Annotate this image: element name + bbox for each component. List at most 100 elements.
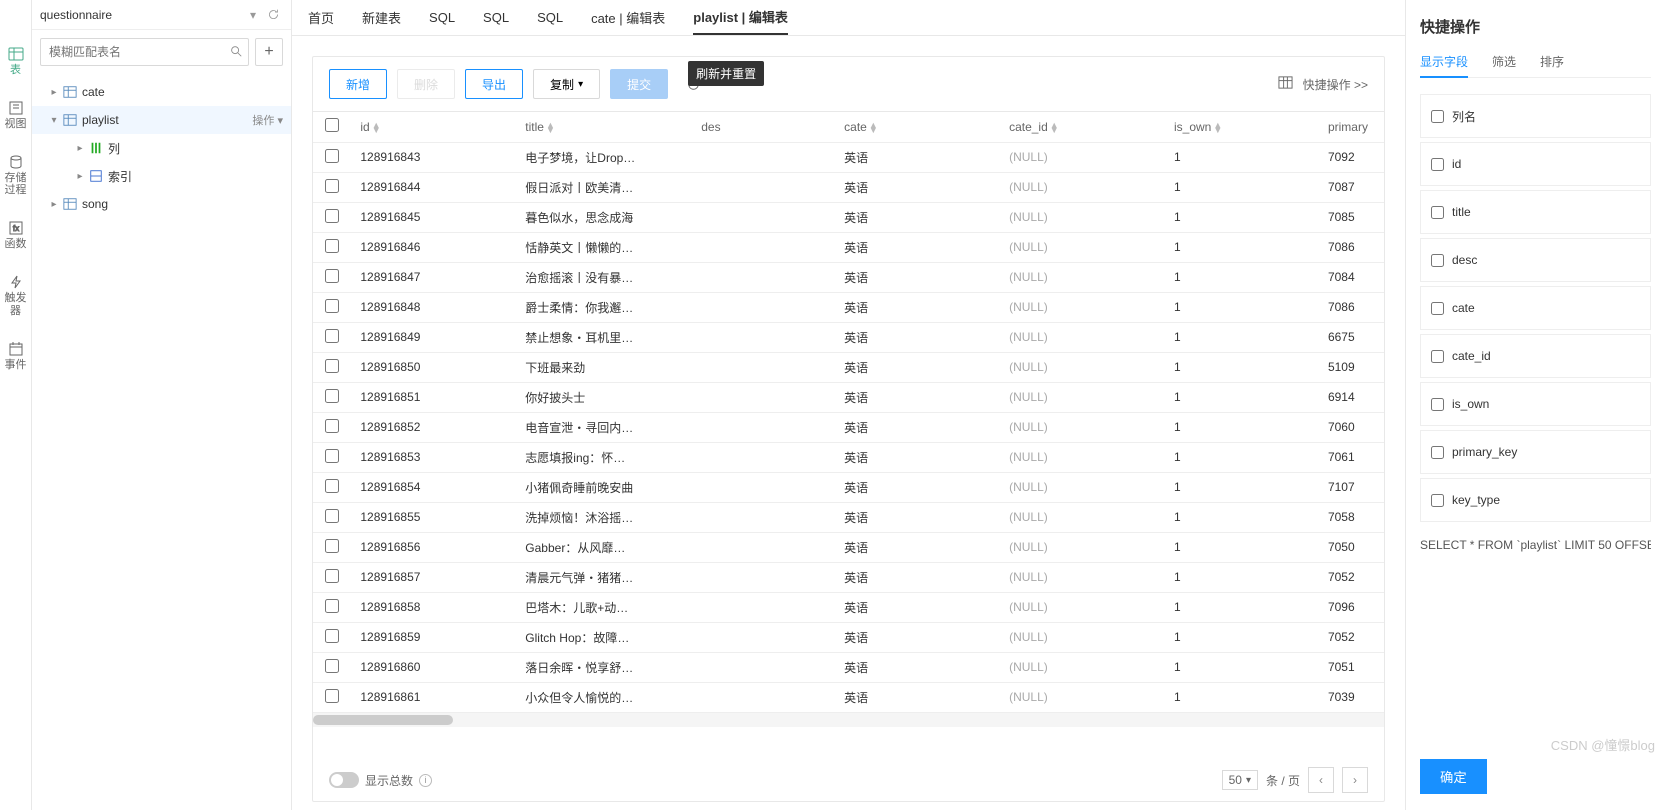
- cell-cateid[interactable]: (NULL): [999, 622, 1164, 652]
- cell-id[interactable]: 128916857: [350, 562, 515, 592]
- cell-cate[interactable]: 英语: [834, 682, 999, 712]
- cell-desc[interactable]: [691, 172, 834, 202]
- row-checkbox[interactable]: [325, 209, 339, 223]
- cell-cate[interactable]: 英语: [834, 652, 999, 682]
- cell-id[interactable]: 128916852: [350, 412, 515, 442]
- row-checkbox[interactable]: [325, 479, 339, 493]
- prev-page-button[interactable]: ‹: [1308, 767, 1334, 793]
- cell-id[interactable]: 128916851: [350, 382, 515, 412]
- cell-title[interactable]: 假日派对丨欧美清…: [515, 172, 691, 202]
- cell-cate[interactable]: 英语: [834, 142, 999, 172]
- row-checkbox[interactable]: [325, 629, 339, 643]
- cell-isown[interactable]: 1: [1164, 682, 1318, 712]
- cell-isown[interactable]: 1: [1164, 412, 1318, 442]
- cell-cateid[interactable]: (NULL): [999, 142, 1164, 172]
- cell-pk[interactable]: 7084: [1318, 262, 1384, 292]
- cell-isown[interactable]: 1: [1164, 532, 1318, 562]
- rail-event[interactable]: 事件: [0, 335, 31, 377]
- cell-id[interactable]: 128916846: [350, 232, 515, 262]
- cell-desc[interactable]: [691, 382, 834, 412]
- submit-button[interactable]: 提交: [610, 69, 668, 99]
- data-table[interactable]: id▲▼ title▲▼ des cate▲▼ cate_id▲▼ is_own…: [313, 112, 1384, 759]
- row-checkbox[interactable]: [325, 659, 339, 673]
- cell-id[interactable]: 128916858: [350, 592, 515, 622]
- cell-pk[interactable]: 7092: [1318, 142, 1384, 172]
- field-toggle-item[interactable]: desc: [1420, 238, 1651, 282]
- cell-desc[interactable]: [691, 532, 834, 562]
- table-row[interactable]: 128916851 你好披头士 英语 (NULL) 1 6914: [313, 382, 1384, 412]
- cell-id[interactable]: 128916850: [350, 352, 515, 382]
- cell-isown[interactable]: 1: [1164, 172, 1318, 202]
- copy-button[interactable]: 复制▾: [533, 69, 600, 99]
- cell-cateid[interactable]: (NULL): [999, 202, 1164, 232]
- cell-isown[interactable]: 1: [1164, 592, 1318, 622]
- cell-pk[interactable]: 6675: [1318, 322, 1384, 352]
- tree-item-action[interactable]: 操作 ▾: [252, 112, 283, 128]
- cell-title[interactable]: 你好披头士: [515, 382, 691, 412]
- table-row[interactable]: 128916860 落日余晖・悦享舒… 英语 (NULL) 1 7051: [313, 652, 1384, 682]
- cell-cateid[interactable]: (NULL): [999, 532, 1164, 562]
- rp-tab-filter[interactable]: 筛选: [1492, 53, 1516, 77]
- field-toggle-item[interactable]: 列名: [1420, 94, 1651, 138]
- table-row[interactable]: 128916844 假日派对丨欧美清… 英语 (NULL) 1 7087: [313, 172, 1384, 202]
- cell-pk[interactable]: 7061: [1318, 442, 1384, 472]
- cell-id[interactable]: 128916855: [350, 502, 515, 532]
- refresh-button[interactable]: 刷新并重置: [678, 69, 708, 99]
- col-header-cate[interactable]: cate▲▼: [834, 112, 999, 142]
- field-checkbox[interactable]: [1431, 398, 1444, 411]
- row-checkbox[interactable]: [325, 389, 339, 403]
- table-row[interactable]: 128916855 洗掉烦恼！沐浴摇… 英语 (NULL) 1 7058: [313, 502, 1384, 532]
- tab-cate-edit[interactable]: cate | 编辑表: [591, 0, 665, 35]
- row-checkbox[interactable]: [325, 509, 339, 523]
- cell-cate[interactable]: 英语: [834, 412, 999, 442]
- rail-table[interactable]: 表: [0, 40, 31, 82]
- cell-desc[interactable]: [691, 142, 834, 172]
- table-row[interactable]: 128916852 电音宣泄・寻回内… 英语 (NULL) 1 7060: [313, 412, 1384, 442]
- cell-cate[interactable]: 英语: [834, 292, 999, 322]
- cell-id[interactable]: 128916856: [350, 532, 515, 562]
- cell-pk[interactable]: 7096: [1318, 592, 1384, 622]
- cell-pk[interactable]: 7052: [1318, 622, 1384, 652]
- table-row[interactable]: 128916854 小猪佩奇睡前晚安曲 英语 (NULL) 1 7107: [313, 472, 1384, 502]
- column-settings-icon[interactable]: [1278, 75, 1293, 93]
- cell-cate[interactable]: 英语: [834, 442, 999, 472]
- rp-tab-fields[interactable]: 显示字段: [1420, 53, 1468, 78]
- cell-isown[interactable]: 1: [1164, 472, 1318, 502]
- tab-playlist-edit[interactable]: playlist | 编辑表: [693, 0, 788, 35]
- cell-title[interactable]: 清晨元气弹・猪猪…: [515, 562, 691, 592]
- row-checkbox[interactable]: [325, 329, 339, 343]
- cell-pk[interactable]: 7107: [1318, 472, 1384, 502]
- cell-id[interactable]: 128916845: [350, 202, 515, 232]
- cell-id[interactable]: 128916844: [350, 172, 515, 202]
- cell-isown[interactable]: 1: [1164, 442, 1318, 472]
- cell-title[interactable]: 电子梦境，让Drop…: [515, 142, 691, 172]
- tab-home[interactable]: 首页: [308, 0, 334, 35]
- cell-pk[interactable]: 7087: [1318, 172, 1384, 202]
- table-row[interactable]: 128916858 巴塔木：儿歌+动… 英语 (NULL) 1 7096: [313, 592, 1384, 622]
- page-size-select[interactable]: 50▾: [1222, 770, 1258, 790]
- cell-title[interactable]: 禁止想象・耳机里…: [515, 322, 691, 352]
- cell-cateid[interactable]: (NULL): [999, 352, 1164, 382]
- cell-isown[interactable]: 1: [1164, 652, 1318, 682]
- cell-desc[interactable]: [691, 562, 834, 592]
- table-row[interactable]: 128916848 爵士柔情：你我邂… 英语 (NULL) 1 7086: [313, 292, 1384, 322]
- col-header-cateid[interactable]: cate_id▲▼: [999, 112, 1164, 142]
- cell-desc[interactable]: [691, 292, 834, 322]
- col-header-isown[interactable]: is_own▲▼: [1164, 112, 1318, 142]
- cell-cate[interactable]: 英语: [834, 262, 999, 292]
- cell-desc[interactable]: [691, 352, 834, 382]
- cell-isown[interactable]: 1: [1164, 322, 1318, 352]
- cell-title[interactable]: 巴塔木：儿歌+动…: [515, 592, 691, 622]
- cell-cate[interactable]: 英语: [834, 202, 999, 232]
- confirm-button[interactable]: 确定: [1420, 759, 1487, 794]
- cell-cate[interactable]: 英语: [834, 622, 999, 652]
- cell-title[interactable]: 小众但令人愉悦的…: [515, 682, 691, 712]
- table-row[interactable]: 128916843 电子梦境，让Drop… 英语 (NULL) 1 7092: [313, 142, 1384, 172]
- cell-title[interactable]: 爵士柔情：你我邂…: [515, 292, 691, 322]
- cell-cateid[interactable]: (NULL): [999, 442, 1164, 472]
- db-refresh-icon[interactable]: [263, 5, 283, 25]
- cell-pk[interactable]: 7058: [1318, 502, 1384, 532]
- cell-cateid[interactable]: (NULL): [999, 472, 1164, 502]
- cell-title[interactable]: Glitch Hop：故障…: [515, 622, 691, 652]
- rail-view[interactable]: 视图: [0, 94, 31, 136]
